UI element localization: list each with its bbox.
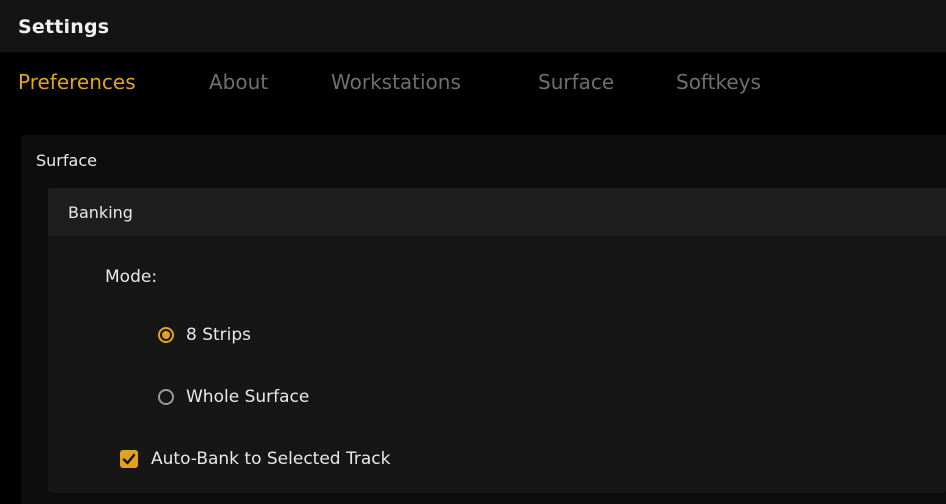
radio-whole-surface[interactable]: Whole Surface	[158, 385, 309, 409]
tab-bar: Preferences About Workstations Surface S…	[0, 53, 946, 109]
auto-bank-checkbox-row[interactable]: Auto-Bank to Selected Track	[120, 447, 390, 471]
radio-selected-icon[interactable]	[158, 327, 174, 343]
radio-whole-surface-label: Whole Surface	[186, 387, 310, 407]
radio-8-strips[interactable]: 8 Strips	[158, 323, 251, 347]
radio-8-strips-label: 8 Strips	[186, 325, 252, 345]
section-title: Surface	[36, 151, 97, 170]
tab-about[interactable]: About	[209, 70, 268, 94]
banking-header: Banking	[48, 188, 946, 236]
window-title: Settings	[18, 16, 110, 38]
banking-group: Banking Mode: 8 Strips Whole Surface Aut…	[48, 188, 946, 493]
checkbox-checked-icon[interactable]	[120, 450, 138, 468]
tab-workstations[interactable]: Workstations	[331, 70, 461, 94]
mode-label: Mode:	[105, 267, 158, 287]
tab-preferences[interactable]: Preferences	[18, 70, 136, 94]
auto-bank-label: Auto-Bank to Selected Track	[151, 449, 391, 469]
radio-unselected-icon[interactable]	[158, 389, 174, 405]
title-bar: Settings	[0, 0, 946, 53]
tab-softkeys[interactable]: Softkeys	[676, 70, 761, 94]
group-title: Banking	[68, 203, 133, 222]
surface-section: Surface Banking Mode: 8 Strips Whole Sur…	[21, 135, 946, 504]
tab-surface[interactable]: Surface	[538, 70, 614, 94]
